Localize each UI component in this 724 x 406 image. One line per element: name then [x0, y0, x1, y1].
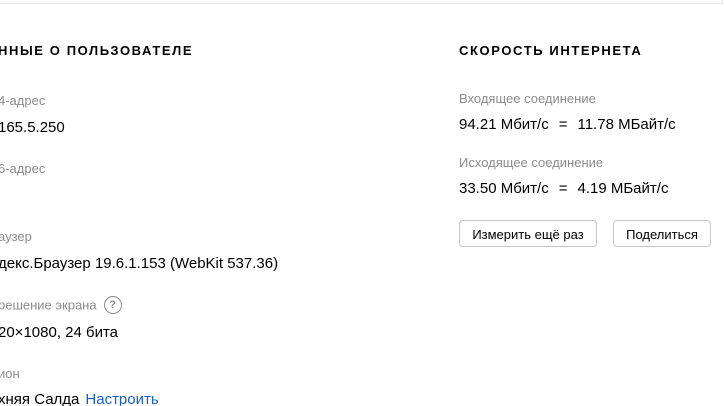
download-equals: =	[558, 116, 568, 133]
top-divider	[0, 0, 723, 4]
region-row: хняя Салда Настроить	[0, 391, 159, 406]
download-mbyte: 11.78 МБайт/с	[577, 116, 676, 133]
download-mbit: 94.21 Мбит/с	[459, 116, 549, 133]
measure-again-button[interactable]: Измерить ещё раз	[459, 220, 597, 247]
browser-label: аузер	[0, 229, 32, 244]
ipv4-value: 165.5.250	[0, 119, 65, 136]
ipv6-label: 6-адрес	[0, 161, 46, 176]
resolution-label: решение экрана	[0, 297, 97, 313]
user-info-title: нные о пользователе	[0, 43, 194, 58]
ipv4-label: 4-адрес	[0, 93, 46, 108]
download-speed-row: 94.21 Мбит/с = 11.78 МБайт/с	[459, 116, 676, 133]
question-circle-icon[interactable]: ?	[103, 296, 122, 314]
resolution-label-row: решение экрана?	[0, 296, 122, 315]
region-label: ион	[0, 366, 20, 381]
region-value: хняя Салда	[0, 391, 80, 406]
internet-info-page: нные о пользователе 4-адрес 165.5.250 6-…	[0, 0, 724, 406]
upload-mbit: 33.50 Мбит/с	[459, 180, 549, 197]
share-button[interactable]: Поделиться	[613, 220, 711, 247]
upload-equals: =	[558, 180, 568, 197]
speed-title: Скорость интернета	[459, 43, 643, 58]
download-label: Входящее соединение	[459, 91, 596, 106]
region-settings-link[interactable]: Настроить	[85, 391, 158, 406]
upload-label: Исходящее соединение	[459, 155, 604, 170]
browser-value: декс.Браузер 19.6.1.153 (WebKit 537.36)	[0, 255, 279, 272]
upload-speed-row: 33.50 Мбит/с = 4.19 МБайт/с	[459, 180, 668, 197]
resolution-value: 20×1080, 24 бита	[0, 324, 119, 341]
upload-mbyte: 4.19 МБайт/с	[577, 180, 669, 197]
